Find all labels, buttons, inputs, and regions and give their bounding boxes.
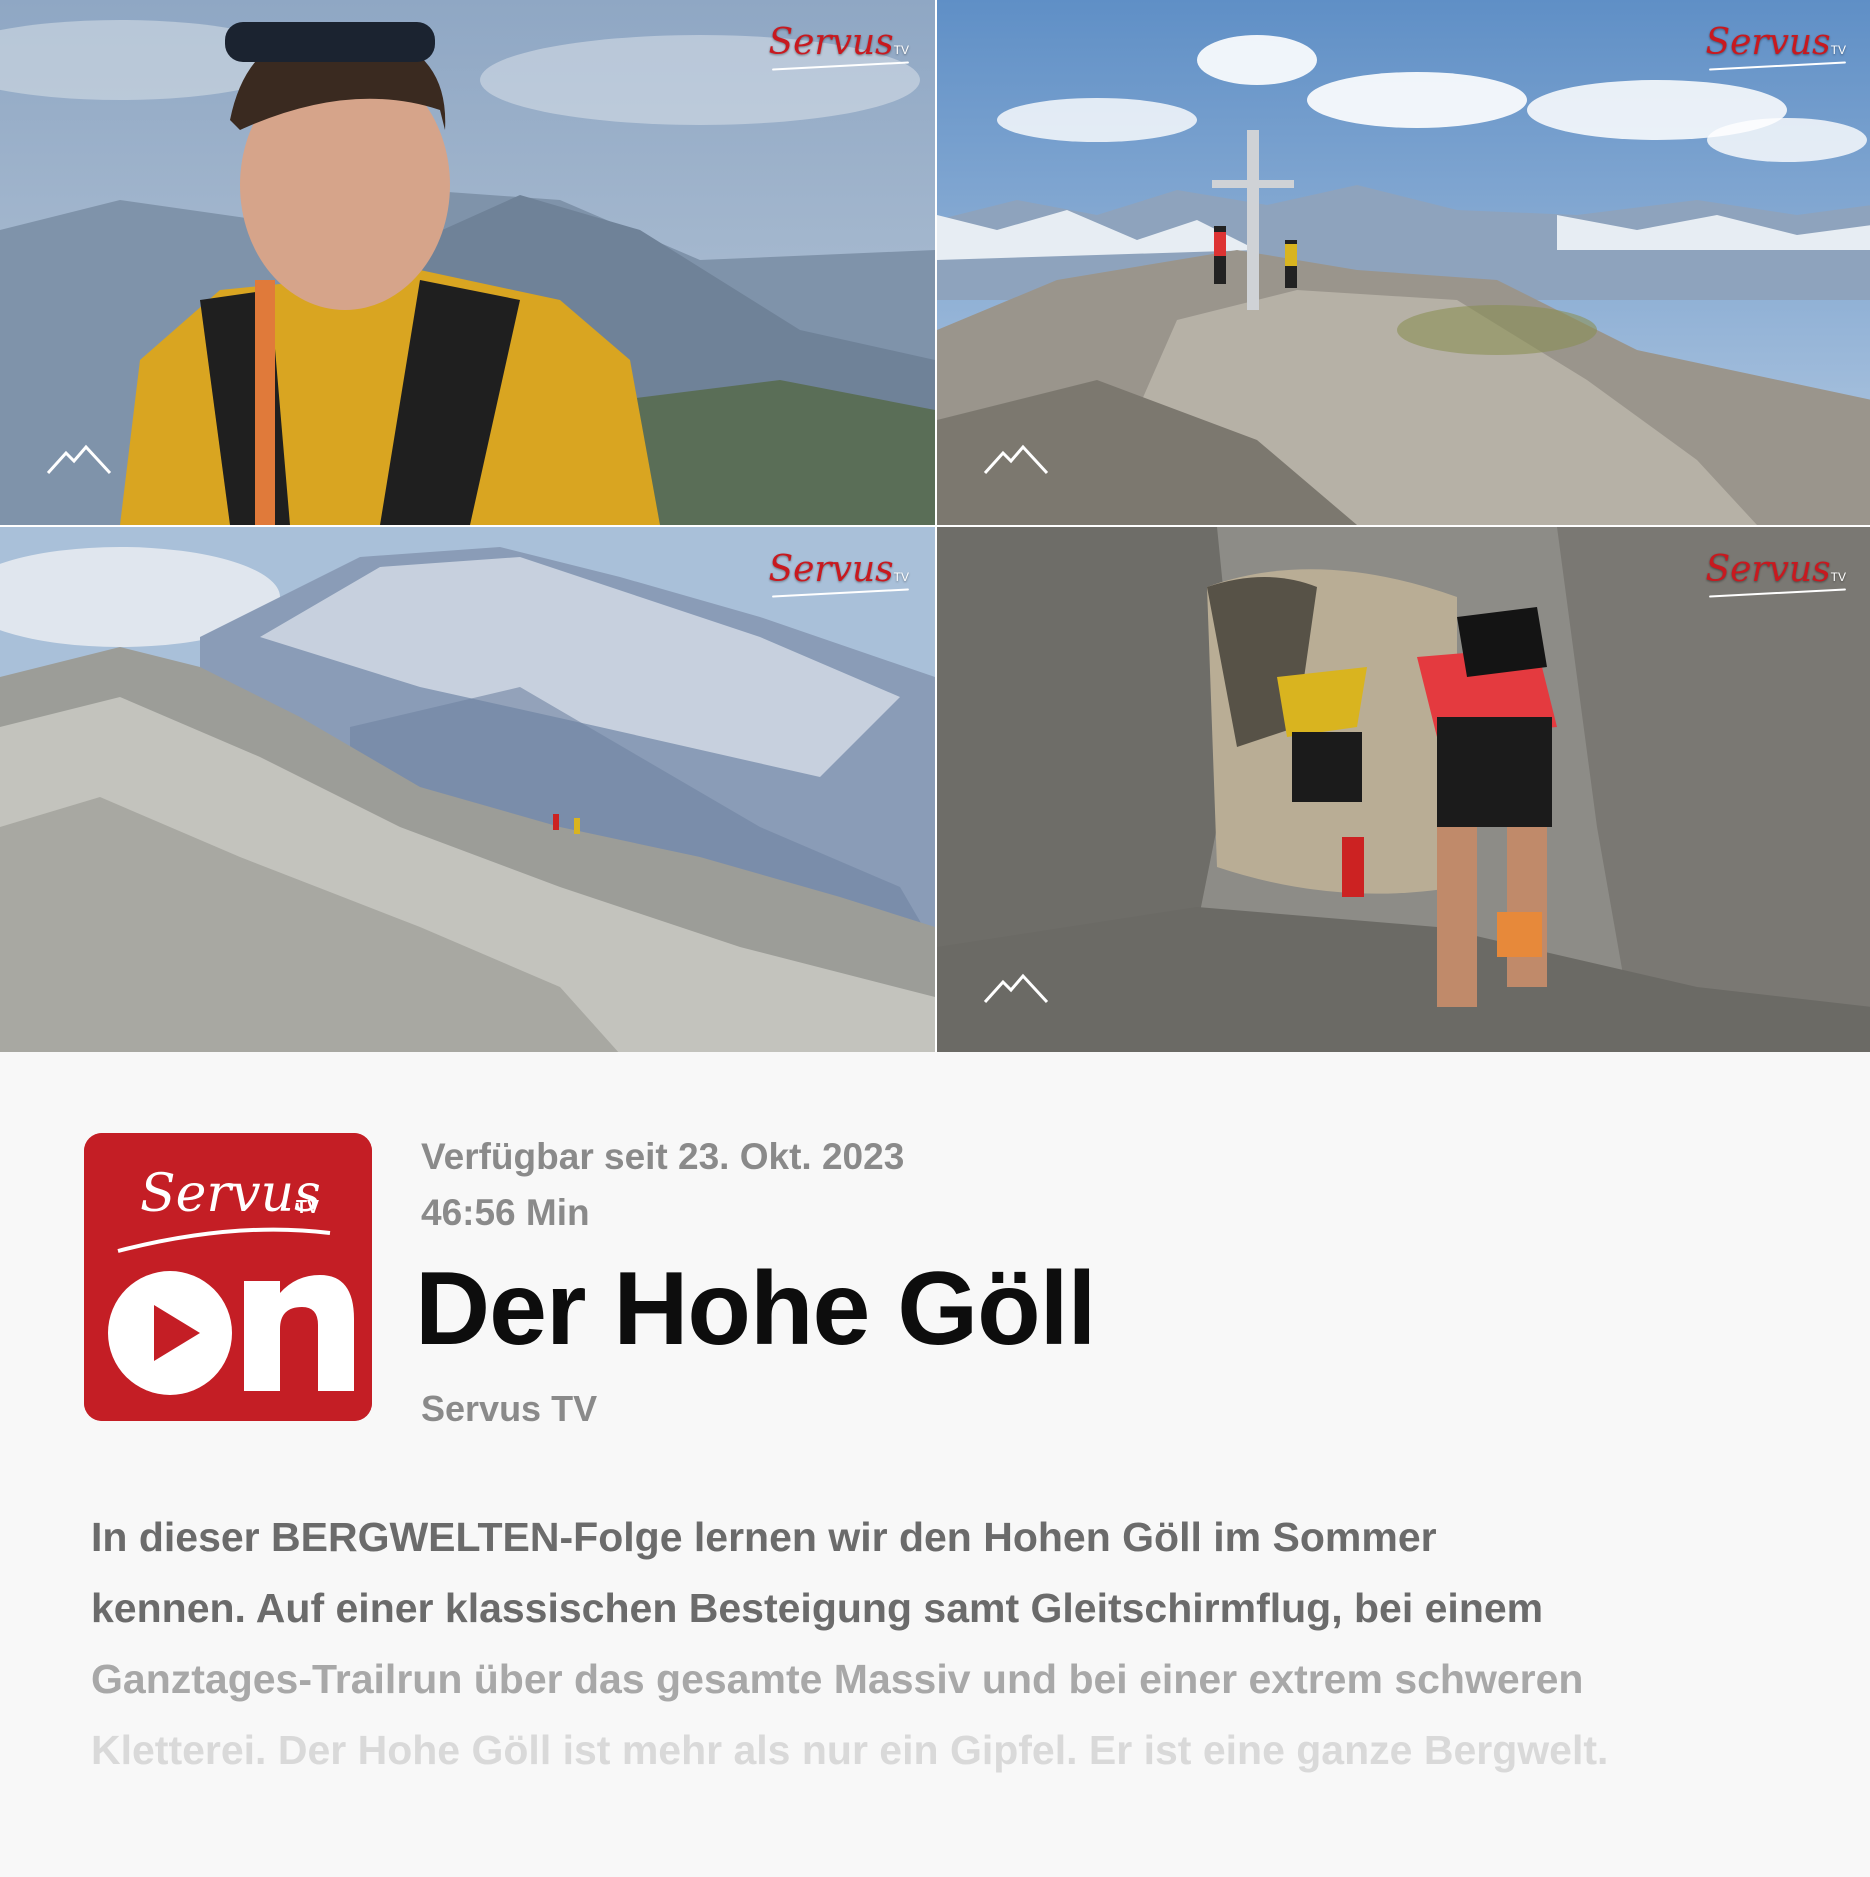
thumbnail-rock-hole[interactable]: ServusTV	[937, 527, 1870, 1054]
description-line: Kletterei. Der Hohe Göll ist mehr als nu…	[91, 1727, 1609, 1773]
ridge-image	[0, 527, 935, 1054]
video-description: In dieser BERGWELTEN-Folge lernen wir de…	[91, 1502, 1831, 1786]
availability-date: Verfügbar seit 23. Okt. 2023	[421, 1136, 905, 1177]
portrait-image	[0, 0, 935, 525]
description-line: In dieser BERGWELTEN-Folge lernen wir de…	[91, 1514, 1437, 1560]
thumbnail-grid: ServusTV ServusTV ServusTV ServusTV	[0, 0, 1870, 1054]
description-line: Ganztages-Trailrun über das gesamte Mass…	[91, 1656, 1584, 1702]
servustv-watermark: ServusTV	[768, 549, 909, 598]
servustv-watermark: ServusTV	[768, 22, 909, 71]
thumbnail-summit-cross[interactable]: ServusTV	[937, 0, 1870, 525]
servustv-watermark: ServusTV	[1705, 549, 1846, 598]
bergwelten-mountain-icon	[983, 444, 1049, 475]
video-title: Der Hohe Göll	[415, 1251, 1096, 1367]
duration: 46:56 Min	[421, 1192, 590, 1233]
servustv-watermark: ServusTV	[1705, 22, 1846, 71]
channel-name[interactable]: Servus TV	[421, 1388, 597, 1430]
logo-brand-text: Servus	[140, 1164, 321, 1224]
thumbnail-portrait[interactable]: ServusTV	[0, 0, 935, 525]
thumbnail-ridge[interactable]: ServusTV	[0, 527, 935, 1054]
summit-image	[937, 0, 1870, 525]
servustv-on-logo[interactable]: Servus TV	[84, 1133, 372, 1421]
bergwelten-mountain-icon	[983, 973, 1049, 1004]
description-line: kennen. Auf einer klassischen Besteigung…	[91, 1585, 1544, 1631]
video-info-panel: Servus TV Verfügbar seit 23. Okt. 2023 4…	[0, 1052, 1870, 1877]
bergwelten-mountain-icon	[46, 444, 112, 475]
servustv-on-logo-graphic: Servus TV	[84, 1133, 372, 1421]
logo-brand-suffix: TV	[296, 1197, 319, 1217]
rock-hole-image	[937, 527, 1870, 1054]
